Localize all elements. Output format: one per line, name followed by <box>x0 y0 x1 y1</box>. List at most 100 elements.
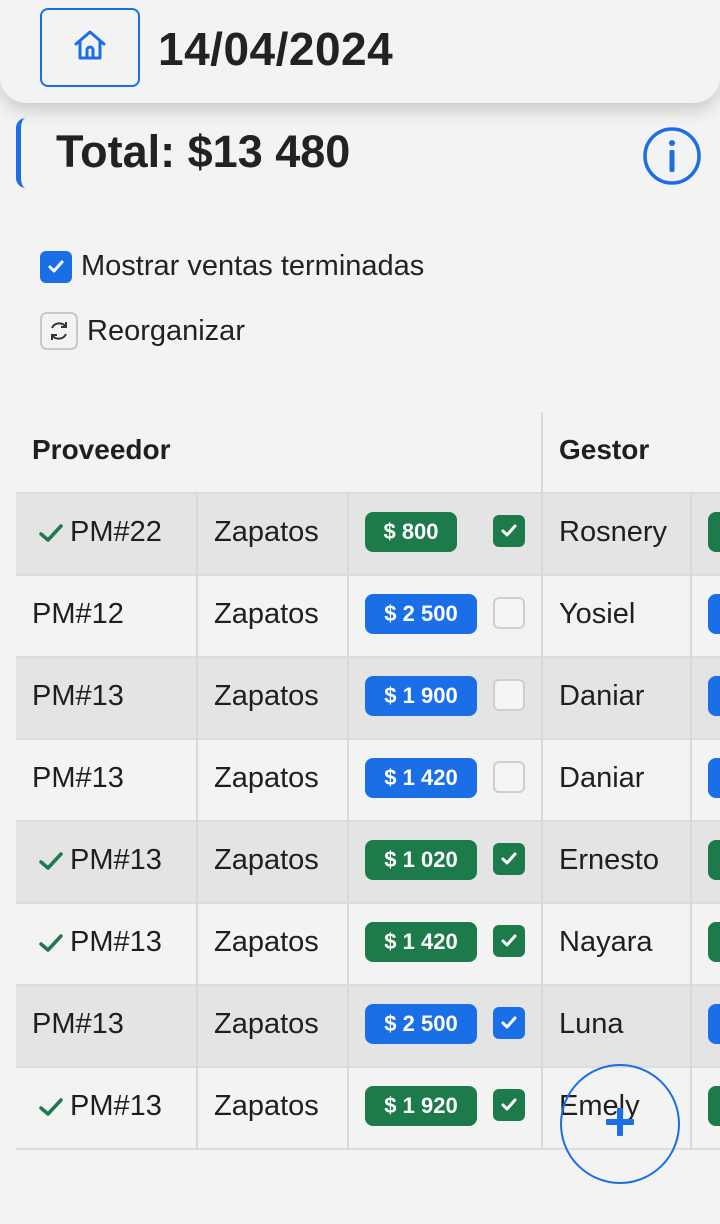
cell-divider <box>196 658 198 738</box>
proveedor-cell: PM#13 <box>32 844 162 877</box>
proveedor-label: PM#13 <box>32 1008 124 1040</box>
refresh-icon <box>40 312 78 350</box>
row-checkbox[interactable] <box>493 761 525 793</box>
cell-divider <box>541 740 543 820</box>
cell-divider <box>196 904 198 984</box>
proveedor-cell: PM#12 <box>32 598 124 631</box>
cell-divider <box>541 576 543 656</box>
gestor-cell: Ernesto <box>559 844 659 876</box>
status-badge <box>708 840 720 880</box>
status-badge <box>708 922 720 962</box>
plus-icon <box>604 1106 636 1143</box>
cell-divider <box>347 740 349 820</box>
cell-divider <box>196 822 198 902</box>
row-checkbox[interactable] <box>493 1089 525 1121</box>
cell-divider <box>196 986 198 1066</box>
producto-cell: Zapatos <box>214 516 319 548</box>
row-checkbox[interactable] <box>493 925 525 957</box>
cell-divider <box>541 904 543 984</box>
add-sale-button[interactable] <box>560 1064 680 1184</box>
status-badge <box>708 1004 720 1044</box>
gestor-cell: Nayara <box>559 926 653 958</box>
home-icon <box>71 27 109 68</box>
amount-badge: $ 1 420 <box>365 922 477 962</box>
check-icon <box>38 1096 64 1118</box>
producto-cell: Zapatos <box>214 926 319 958</box>
info-button[interactable] <box>642 126 702 186</box>
cell-divider <box>690 986 692 1066</box>
column-header-gestor: Gestor <box>559 434 650 465</box>
show-finished-toggle[interactable]: Mostrar ventas terminadas <box>40 250 424 283</box>
proveedor-label: PM#13 <box>70 844 162 876</box>
check-icon <box>38 522 64 544</box>
cell-divider <box>347 1068 349 1148</box>
cell-divider <box>196 494 198 574</box>
amount-badge: $ 1 020 <box>365 840 477 880</box>
gestor-cell: Daniar <box>559 680 645 712</box>
table-row[interactable]: PM#13 Zapatos $ 1 900 Daniar <box>16 658 720 740</box>
reorganize-button[interactable]: Reorganizar <box>40 312 245 350</box>
reorganize-label: Reorganizar <box>87 314 245 347</box>
amount-badge: $ 2 500 <box>365 594 477 634</box>
proveedor-cell: PM#13 <box>32 762 124 795</box>
header-divider <box>541 412 543 492</box>
table-row[interactable]: PM#12 Zapatos $ 2 500 Yosiel <box>16 576 720 658</box>
table-row[interactable]: PM#22 Zapatos $ 800 Rosnery <box>16 494 720 576</box>
cell-divider <box>690 658 692 738</box>
table-row[interactable]: PM#13 Zapatos $ 1 420 Nayara <box>16 904 720 986</box>
total-amount: Total: $13 480 <box>56 126 351 177</box>
producto-cell: Zapatos <box>214 1090 319 1122</box>
producto-cell: Zapatos <box>214 844 319 876</box>
gestor-cell: Daniar <box>559 762 645 794</box>
cell-divider <box>541 986 543 1066</box>
status-badge <box>708 758 720 798</box>
proveedor-cell: PM#13 <box>32 1090 162 1123</box>
proveedor-cell: PM#13 <box>32 680 124 713</box>
cell-divider <box>196 576 198 656</box>
row-checkbox[interactable] <box>493 843 525 875</box>
status-badge <box>708 676 720 716</box>
cell-divider <box>541 494 543 574</box>
show-finished-checkbox[interactable] <box>40 250 72 283</box>
gestor-cell: Yosiel <box>559 598 636 630</box>
table-row[interactable]: PM#13 Zapatos $ 1 020 Ernesto <box>16 822 720 904</box>
cell-divider <box>541 822 543 902</box>
top-bar: 14/04/2024 <box>0 0 720 103</box>
row-checkbox[interactable] <box>493 1007 525 1039</box>
cell-divider <box>541 658 543 738</box>
proveedor-label: PM#22 <box>70 516 162 548</box>
row-checkbox[interactable] <box>493 515 525 547</box>
table-row[interactable]: PM#13 Zapatos $ 1 420 Daniar <box>16 740 720 822</box>
row-checkbox[interactable] <box>493 679 525 711</box>
cell-divider <box>690 494 692 574</box>
proveedor-cell: PM#13 <box>32 926 162 959</box>
table-row[interactable]: PM#13 Zapatos $ 2 500 Luna <box>16 986 720 1068</box>
cell-divider <box>541 1068 543 1148</box>
producto-cell: Zapatos <box>214 1008 319 1040</box>
row-checkbox[interactable] <box>493 597 525 629</box>
amount-badge: $ 2 500 <box>365 1004 477 1044</box>
amount-badge: $ 1 900 <box>365 676 477 716</box>
proveedor-label: PM#12 <box>32 598 124 630</box>
cell-divider <box>690 1068 692 1148</box>
cell-divider <box>690 904 692 984</box>
proveedor-cell: PM#22 <box>32 516 162 549</box>
home-button[interactable] <box>40 8 140 87</box>
cell-divider <box>347 986 349 1066</box>
proveedor-label: PM#13 <box>32 762 124 794</box>
proveedor-label: PM#13 <box>70 926 162 958</box>
cell-divider <box>690 740 692 820</box>
amount-badge: $ 1 920 <box>365 1086 477 1126</box>
proveedor-label: PM#13 <box>70 1090 162 1122</box>
cell-divider <box>347 904 349 984</box>
cell-divider <box>196 1068 198 1148</box>
amount-badge: $ 800 <box>365 512 457 552</box>
amount-badge: $ 1 420 <box>365 758 477 798</box>
cell-divider <box>347 658 349 738</box>
show-finished-label: Mostrar ventas terminadas <box>81 250 425 282</box>
info-icon <box>642 127 702 190</box>
proveedor-label: PM#13 <box>32 680 124 712</box>
cell-divider <box>690 576 692 656</box>
gestor-cell: Rosnery <box>559 516 667 548</box>
status-badge <box>708 1086 720 1126</box>
